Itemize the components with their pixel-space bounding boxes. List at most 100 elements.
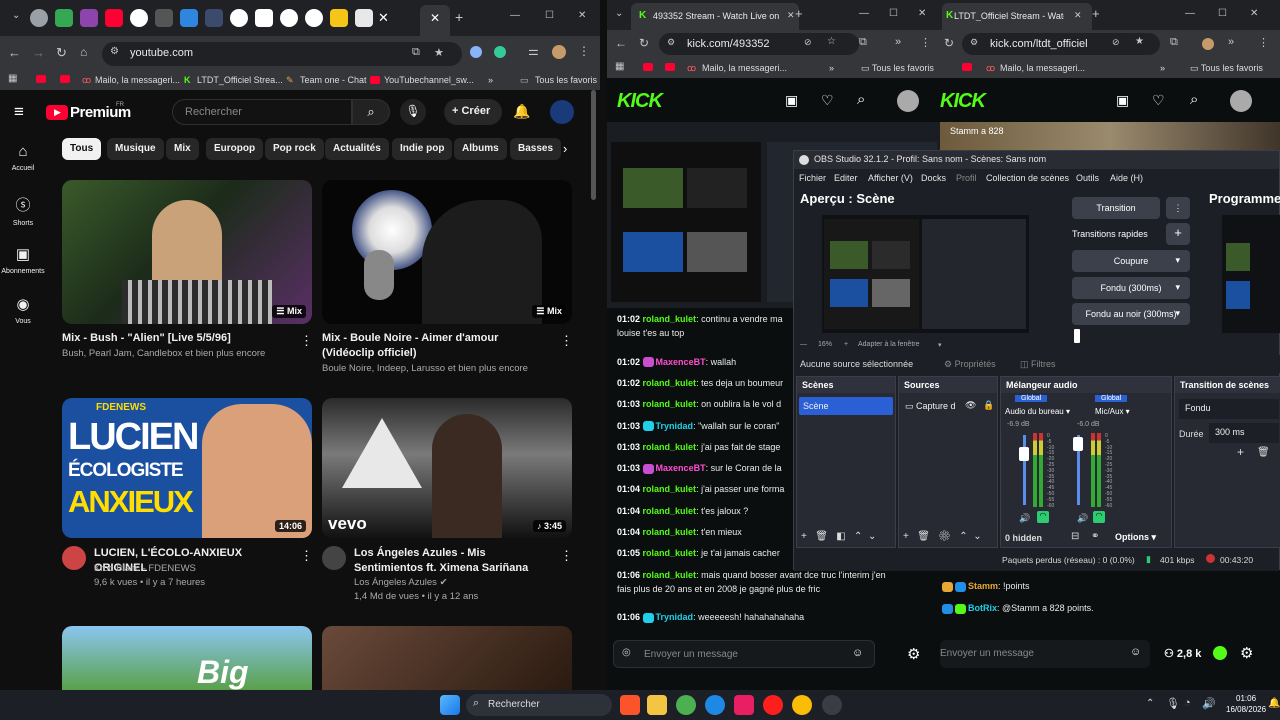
trash-icon[interactable]: 🗑 bbox=[1257, 447, 1270, 458]
nav-subscriptions[interactable]: ▣ Abonnements bbox=[0, 245, 46, 275]
browse-icon[interactable]: ▣ bbox=[785, 92, 798, 109]
youtube-bookmark-icon[interactable] bbox=[370, 76, 380, 84]
notifications-bell-icon[interactable]: 🔔 bbox=[513, 103, 530, 120]
program-canvas[interactable] bbox=[1222, 215, 1280, 333]
menu-outils[interactable]: Outils bbox=[1076, 173, 1099, 183]
minimize-button[interactable]: — bbox=[1185, 8, 1195, 19]
more-options-icon[interactable]: ⋮ bbox=[560, 548, 573, 564]
search-icon[interactable]: ⌕ bbox=[857, 91, 865, 108]
new-tab-button[interactable]: + bbox=[1092, 6, 1100, 21]
bookmark-item[interactable]: Mailo, la messageri... bbox=[1000, 63, 1085, 73]
filter-icon[interactable]: ◧ bbox=[836, 531, 845, 542]
emoji-icon[interactable]: ☺ bbox=[852, 647, 863, 659]
user-avatar[interactable] bbox=[1230, 90, 1252, 112]
extensions-icon[interactable]: ⧉ bbox=[1170, 36, 1178, 49]
browse-icon[interactable]: ▣ bbox=[1116, 92, 1129, 109]
chat-username[interactable]: roland_kulet bbox=[643, 399, 697, 409]
monitor-toggle-icon[interactable]: ◠ bbox=[1037, 511, 1049, 523]
youtube-bookmark-icon[interactable] bbox=[962, 63, 972, 71]
back-icon[interactable]: ← bbox=[8, 45, 21, 60]
add-icon[interactable]: + bbox=[801, 531, 807, 542]
mixer-options-button[interactable]: Options ▾ bbox=[1115, 532, 1156, 543]
chat-username[interactable]: roland_kulet bbox=[643, 527, 697, 537]
chat-username[interactable]: Trynidad bbox=[656, 421, 694, 431]
settings-gear-icon[interactable]: ⚙ bbox=[907, 645, 920, 663]
microphone-icon[interactable]: 🎙 bbox=[1166, 697, 1180, 710]
monitor-toggle-icon[interactable]: ◠ bbox=[1093, 511, 1105, 523]
tab-search-icon[interactable]: ⌄ bbox=[12, 10, 20, 21]
bookmark-item[interactable]: Tous les favoris bbox=[535, 75, 597, 85]
zoom-in-icon[interactable]: + bbox=[844, 341, 848, 348]
close-button[interactable]: ✕ bbox=[1250, 8, 1258, 19]
mixer-layout-icon[interactable]: ⊟ bbox=[1071, 531, 1079, 542]
zoom-out-icon[interactable]: — bbox=[800, 341, 807, 348]
volume-slider-handle[interactable] bbox=[1073, 437, 1083, 451]
hamburger-menu-icon[interactable]: ≡ bbox=[14, 102, 24, 122]
video-thumbnail[interactable]: ☰ Mix bbox=[322, 180, 572, 324]
notifications-icon[interactable]: 🔔 bbox=[1268, 698, 1280, 709]
site-info-icon[interactable]: ⚙ bbox=[970, 37, 978, 48]
reload-icon[interactable]: ↻ bbox=[639, 36, 649, 50]
eye-off-icon[interactable]: ⊘ bbox=[804, 37, 812, 48]
video-channel[interactable]: Los Ángeles Azules ✔ bbox=[354, 576, 554, 590]
chrome-icon[interactable] bbox=[676, 695, 696, 715]
create-button[interactable]: + Créer bbox=[444, 99, 502, 125]
scene-item[interactable]: Scène bbox=[799, 397, 893, 415]
bookmark-star-icon[interactable]: ☆ bbox=[827, 36, 836, 47]
speaker-icon[interactable]: 🔊 bbox=[1077, 513, 1088, 524]
more-options-icon[interactable]: ⋮ bbox=[300, 548, 313, 564]
more-options-icon[interactable]: ⋮ bbox=[560, 333, 573, 349]
new-tab-button[interactable]: + bbox=[795, 6, 803, 21]
chrome-icon[interactable] bbox=[792, 695, 812, 715]
maximize-button[interactable]: ☐ bbox=[1218, 8, 1227, 19]
reload-icon[interactable]: ↻ bbox=[944, 36, 954, 50]
chevron-up-icon[interactable]: ⌃ bbox=[1146, 698, 1154, 709]
youtube-bookmark-icon[interactable] bbox=[60, 75, 70, 83]
brave-icon[interactable] bbox=[620, 695, 640, 715]
cut-transition-button[interactable]: Coupure ▾ bbox=[1072, 250, 1190, 272]
account-avatar[interactable] bbox=[550, 100, 574, 124]
transition-select[interactable]: Fondu bbox=[1179, 399, 1279, 419]
chat-username[interactable]: roland_kulet bbox=[643, 314, 697, 324]
kick-logo[interactable]: KICK bbox=[617, 90, 663, 113]
kick-logo[interactable]: KICK bbox=[940, 90, 986, 113]
menu-collection[interactable]: Collection de scènes bbox=[986, 173, 1069, 183]
bookmark-item[interactable]: ▭ Tous les favoris bbox=[1190, 63, 1263, 74]
tune-icon[interactable]: ⚌ bbox=[528, 44, 539, 58]
youtube-bookmark-icon[interactable] bbox=[665, 63, 675, 71]
active-tab[interactable]: ✕ bbox=[420, 5, 450, 36]
chat-username[interactable]: roland_kulet bbox=[643, 442, 697, 452]
video-title[interactable]: Mix - Boule Noire - Aimer d'amour (Vidéo… bbox=[322, 331, 552, 361]
tab-favicon[interactable] bbox=[230, 9, 248, 27]
move-up-icon[interactable]: ⌃ bbox=[959, 531, 967, 542]
chat-mode-icon[interactable]: ◎ bbox=[622, 647, 631, 658]
nav-you[interactable]: ◉ Vous bbox=[0, 295, 46, 325]
chat-message-input[interactable]: Envoyer un message ☺ bbox=[940, 640, 1150, 668]
chip-albums[interactable]: Albums bbox=[454, 138, 507, 160]
site-info-icon[interactable]: ⚙ bbox=[110, 46, 119, 57]
trash-icon[interactable]: 🗑 bbox=[917, 531, 930, 542]
active-tab[interactable]: K 493352 Stream - Watch Live on ✕ bbox=[631, 3, 799, 30]
menu-docks[interactable]: Docks bbox=[921, 173, 946, 183]
mixer-channel-1[interactable]: Audio du bureau ▾ bbox=[1005, 407, 1070, 416]
video-title[interactable]: Los Ángeles Azules - Mis Sentimientos ft… bbox=[354, 546, 554, 576]
file-explorer-icon[interactable] bbox=[647, 695, 667, 715]
tab-favicon[interactable] bbox=[305, 9, 323, 27]
network-icon[interactable]: ◔ bbox=[1184, 697, 1191, 709]
source-item[interactable]: ▭ Capture d 👁 🔒 bbox=[901, 397, 995, 415]
menu-dots-icon[interactable]: ⋮ bbox=[920, 36, 931, 49]
edge-icon[interactable] bbox=[705, 695, 725, 715]
chat-username[interactable]: roland_kulet bbox=[643, 506, 697, 516]
taskbar-date[interactable]: 16/08/2026 bbox=[1226, 705, 1266, 714]
chip-basses[interactable]: Basses bbox=[510, 138, 562, 160]
tab-favicon[interactable] bbox=[355, 9, 373, 27]
opera-icon[interactable] bbox=[763, 695, 783, 715]
emoji-icon[interactable]: ☺ bbox=[1130, 646, 1141, 658]
nav-home[interactable]: ⌂ Accueil bbox=[0, 143, 46, 172]
youtube-logo-icon[interactable]: ▶ bbox=[46, 105, 68, 120]
filters-button[interactable]: ◫ Filtres bbox=[1020, 359, 1056, 370]
transition-menu-button[interactable]: ⋮ bbox=[1166, 197, 1190, 219]
apps-grid-icon[interactable]: ▦ bbox=[615, 61, 624, 72]
kick-bookmark-icon[interactable]: K bbox=[184, 75, 191, 85]
menu-afficher[interactable]: Afficher (V) bbox=[868, 173, 913, 183]
